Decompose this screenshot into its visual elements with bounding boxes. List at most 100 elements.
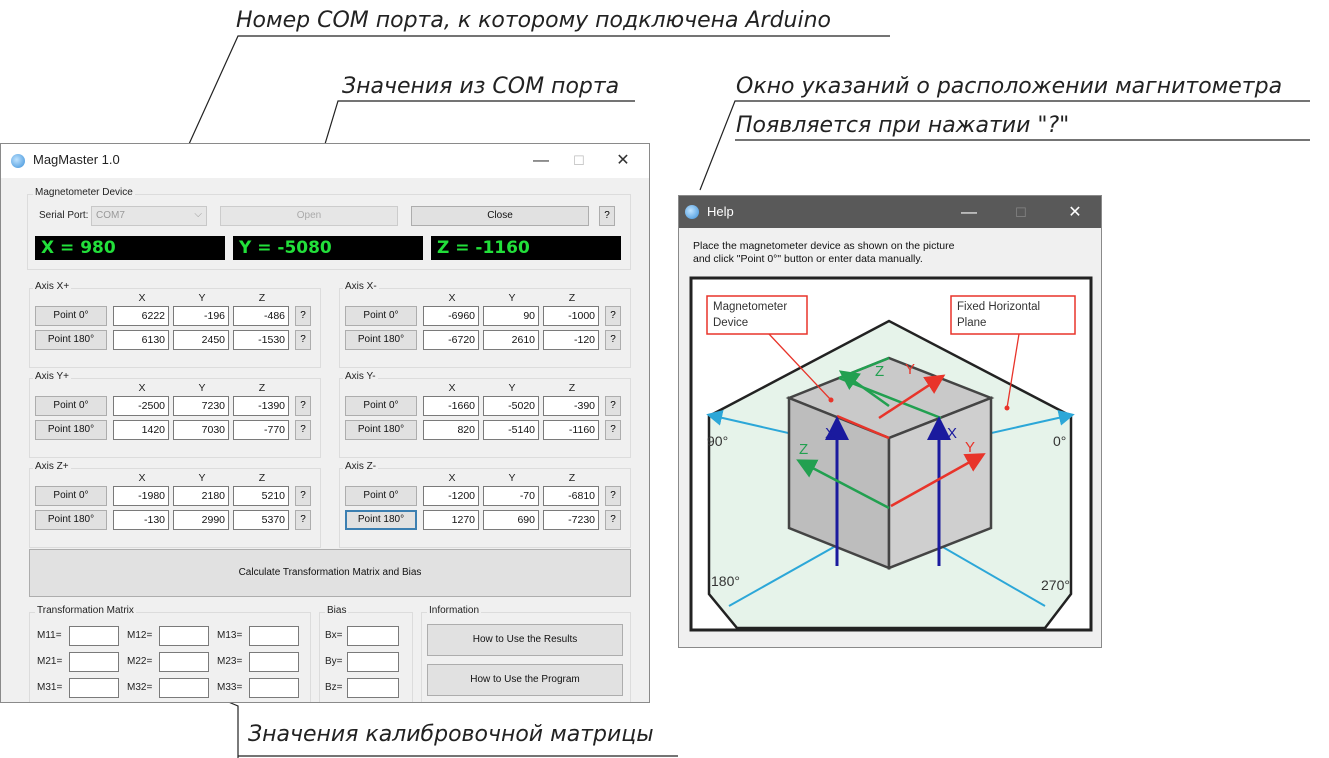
axis-value-field[interactable]: 2610 (483, 330, 539, 350)
matrix-value-field[interactable] (159, 652, 209, 672)
axis-value-field[interactable]: -486 (233, 306, 289, 326)
point-180-button[interactable]: Point 180° (35, 330, 107, 350)
axis-value-field[interactable]: 2450 (173, 330, 229, 350)
axis-value-field[interactable]: 90 (483, 306, 539, 326)
axis-value-field[interactable]: -6720 (423, 330, 479, 350)
matrix-value-field[interactable] (249, 678, 299, 698)
column-header: Y (508, 382, 516, 394)
calculate-button[interactable]: Calculate Transformation Matrix and Bias (29, 549, 631, 597)
how-to-use-results-button[interactable]: How to Use the Results (427, 624, 623, 656)
axis-help-button[interactable]: ? (295, 306, 311, 326)
axis-help-button[interactable]: ? (605, 420, 621, 440)
axis-value-field[interactable]: -1980 (113, 486, 169, 506)
axis-value-field[interactable]: -130 (113, 510, 169, 530)
axis-value-field[interactable]: -6960 (423, 306, 479, 326)
matrix-value-field[interactable] (249, 652, 299, 672)
column-header: Y (508, 292, 516, 304)
axis-value-field[interactable]: 7030 (173, 420, 229, 440)
axis-value-field[interactable]: 1270 (423, 510, 479, 530)
column-header: X (448, 292, 456, 304)
column-header: X (138, 382, 146, 394)
device-help-button[interactable]: ? (599, 206, 615, 226)
help-title: Help (707, 204, 734, 219)
axis-value-field[interactable]: -7230 (543, 510, 599, 530)
axis-value-field[interactable]: 7230 (173, 396, 229, 416)
column-header: Z (258, 472, 266, 484)
left-z-label: Z (799, 441, 808, 458)
axis-value-field[interactable]: 5370 (233, 510, 289, 530)
matrix-value-field[interactable] (249, 626, 299, 646)
axis-value-field[interactable]: -1530 (233, 330, 289, 350)
axis-help-button[interactable]: ? (295, 486, 311, 506)
axis-value-field[interactable]: -1160 (543, 420, 599, 440)
axis-help-button[interactable]: ? (295, 420, 311, 440)
matrix-label: M13= (217, 630, 243, 641)
help-close-button[interactable]: ✕ (1055, 200, 1095, 226)
axis-help-button[interactable]: ? (605, 510, 621, 530)
annotation-com-values: Значения из COM порта (342, 74, 620, 99)
axis-value-field[interactable]: -1000 (543, 306, 599, 326)
axis-value-field[interactable]: 2180 (173, 486, 229, 506)
axis-value-field[interactable]: 690 (483, 510, 539, 530)
bias-value-field[interactable] (347, 652, 399, 672)
point-0-button[interactable]: Point 0° (345, 306, 417, 326)
point-0-button[interactable]: Point 0° (345, 396, 417, 416)
axis-help-button[interactable]: ? (605, 306, 621, 326)
bias-value-field[interactable] (347, 678, 399, 698)
axis-value-field[interactable]: -5020 (483, 396, 539, 416)
axis-help-button[interactable]: ? (605, 396, 621, 416)
matrix-value-field[interactable] (159, 678, 209, 698)
axis-value-field[interactable]: -1390 (233, 396, 289, 416)
matrix-value-field[interactable] (69, 652, 119, 672)
axis-value-field[interactable]: -70 (483, 486, 539, 506)
axis-help-button[interactable]: ? (295, 510, 311, 530)
close-window-button[interactable]: ✕ (603, 148, 643, 174)
bias-value-field[interactable] (347, 626, 399, 646)
top-z-label: Z (875, 363, 884, 380)
right-y-label: Y (965, 439, 975, 456)
point-180-button[interactable]: Point 180° (345, 420, 417, 440)
axis-value-field[interactable]: -770 (233, 420, 289, 440)
axis-help-button[interactable]: ? (605, 330, 621, 350)
axis-value-field[interactable]: 2990 (173, 510, 229, 530)
window-title: MagMaster 1.0 (33, 152, 120, 167)
axis-value-field[interactable]: -390 (543, 396, 599, 416)
axis-value-field[interactable]: -196 (173, 306, 229, 326)
point-180-button[interactable]: Point 180° (35, 420, 107, 440)
axis-help-button[interactable]: ? (605, 486, 621, 506)
annotation-help-window: Окно указаний о расположении магнитометр… (736, 74, 1283, 99)
how-to-use-program-button[interactable]: How to Use the Program (427, 664, 623, 696)
minimize-button[interactable]: — (521, 148, 561, 174)
point-0-button[interactable]: Point 0° (35, 396, 107, 416)
axis-help-button[interactable]: ? (295, 330, 311, 350)
axis-value-field[interactable]: 820 (423, 420, 479, 440)
matrix-value-field[interactable] (159, 626, 209, 646)
close-port-button[interactable]: Close (411, 206, 589, 226)
point-180-button[interactable]: Point 180° (345, 510, 417, 530)
open-button[interactable]: Open (220, 206, 398, 226)
point-0-button[interactable]: Point 0° (35, 306, 107, 326)
axis-value-field[interactable]: -120 (543, 330, 599, 350)
maximize-button[interactable]: ☐ (559, 148, 599, 174)
axis-value-field[interactable]: -1200 (423, 486, 479, 506)
matrix-value-field[interactable] (69, 678, 119, 698)
axis-value-field[interactable]: -1660 (423, 396, 479, 416)
help-minimize-button[interactable]: — (949, 200, 989, 226)
help-maximize-button[interactable]: ☐ (1001, 200, 1041, 226)
point-0-button[interactable]: Point 0° (35, 486, 107, 506)
axis-value-field[interactable]: -6810 (543, 486, 599, 506)
axis-value-field[interactable]: 6222 (113, 306, 169, 326)
angle-270-label: 270° (1041, 577, 1070, 593)
axis-value-field[interactable]: -2500 (113, 396, 169, 416)
axis-help-button[interactable]: ? (295, 396, 311, 416)
axis-value-field[interactable]: 1420 (113, 420, 169, 440)
callout-device-line1: Magnetometer (713, 301, 787, 313)
axis-value-field[interactable]: 6130 (113, 330, 169, 350)
point-180-button[interactable]: Point 180° (345, 330, 417, 350)
point-180-button[interactable]: Point 180° (35, 510, 107, 530)
axis-value-field[interactable]: 5210 (233, 486, 289, 506)
point-0-button[interactable]: Point 0° (345, 486, 417, 506)
serial-port-select[interactable]: COM7 ⌵ (91, 206, 207, 226)
axis-value-field[interactable]: -5140 (483, 420, 539, 440)
matrix-value-field[interactable] (69, 626, 119, 646)
